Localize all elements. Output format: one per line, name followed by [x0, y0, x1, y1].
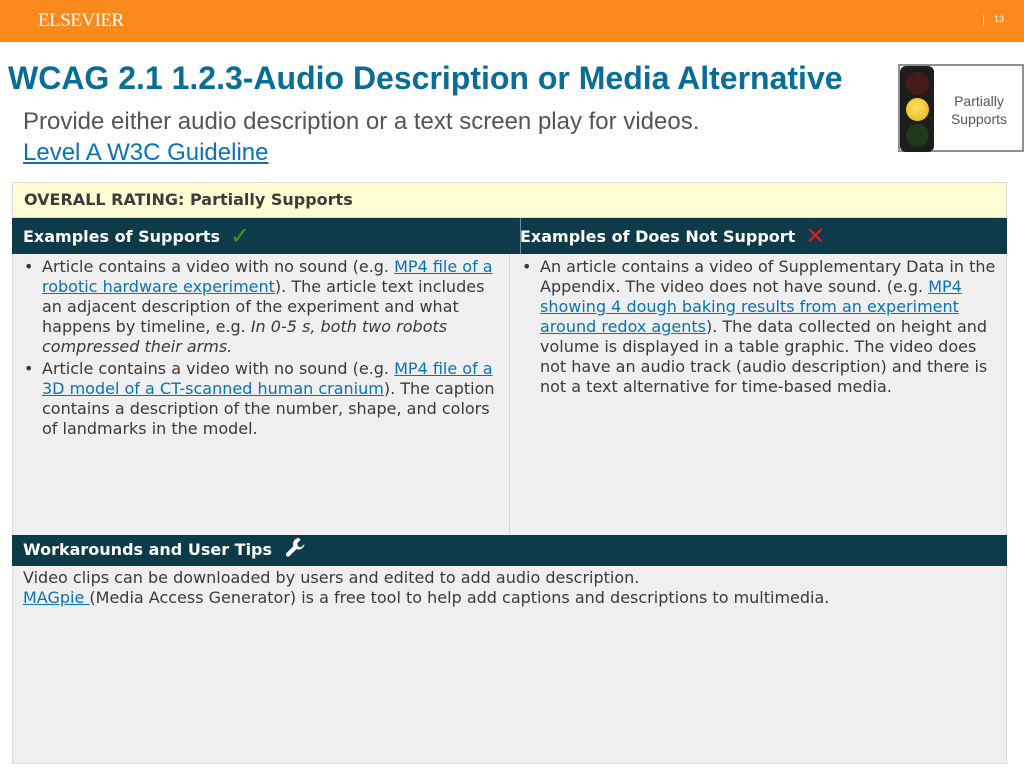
workarounds-line2-text: (Media Access Generator) is a free tool … — [89, 588, 830, 607]
cross-icon: ✕ — [805, 222, 826, 250]
supports-list: Article contains a video with no sound (… — [22, 257, 500, 439]
traffic-light-label-line2: Supports — [950, 111, 1008, 127]
supports-cell: Article contains a video with no sound (… — [22, 257, 500, 441]
body-column-divider — [509, 254, 510, 534]
list-item: Article contains a video with no sound (… — [22, 257, 500, 357]
list-item-text: Article contains a video with no sound (… — [42, 257, 395, 276]
not-supports-cell: An article contains a video of Supplemen… — [520, 257, 1000, 399]
workarounds-header-label: Workarounds and User Tips — [23, 540, 273, 559]
workarounds-line2: MAGpie (Media Access Generator) is a fre… — [23, 588, 998, 608]
header-bar: ELSEVIER 13 — [0, 0, 1024, 42]
elsevier-logo: ELSEVIER — [38, 10, 124, 31]
traffic-light-label: Partially Supports — [940, 92, 1018, 128]
not-supports-header: Examples of Does Not Support ✕ — [520, 218, 825, 254]
wrench-icon — [284, 536, 308, 570]
green-lamp-icon — [906, 124, 929, 147]
not-supports-list: An article contains a video of Supplemen… — [520, 257, 1000, 397]
traffic-light-label-line1: Partially — [954, 93, 1004, 109]
workarounds-line1: Video clips can be downloaded by users a… — [23, 568, 640, 587]
list-item: Article contains a video with no sound (… — [22, 359, 500, 439]
supports-header-label: Examples of Supports — [23, 227, 220, 246]
supports-header: Examples of Supports ✓ — [23, 218, 250, 254]
page-number-divider — [983, 15, 984, 26]
slide-subtitle: Provide either audio description or a te… — [23, 108, 700, 135]
magpie-link[interactable]: MAGpie — [23, 588, 89, 607]
red-lamp-icon — [906, 72, 929, 95]
yellow-lamp-icon — [906, 98, 929, 121]
table-header-row: Examples of Supports ✓ Examples of Does N… — [12, 218, 1007, 254]
workarounds-body: Video clips can be downloaded by users a… — [23, 568, 998, 608]
page-number: 13 — [994, 14, 1005, 24]
list-item: An article contains a video of Supplemen… — [520, 257, 1000, 397]
w3c-guideline-link[interactable]: Level A W3C Guideline — [23, 139, 268, 167]
list-item-text: Article contains a video with no sound (… — [42, 359, 395, 378]
slide-title: WCAG 2.1 1.2.3-Audio Description or Medi… — [8, 60, 843, 96]
not-supports-header-label: Examples of Does Not Support — [520, 227, 796, 246]
overall-rating: OVERALL RATING: Partially Supports — [12, 182, 1007, 218]
workarounds-header: Workarounds and User Tips — [12, 535, 1007, 566]
check-icon: ✓ — [230, 222, 251, 250]
